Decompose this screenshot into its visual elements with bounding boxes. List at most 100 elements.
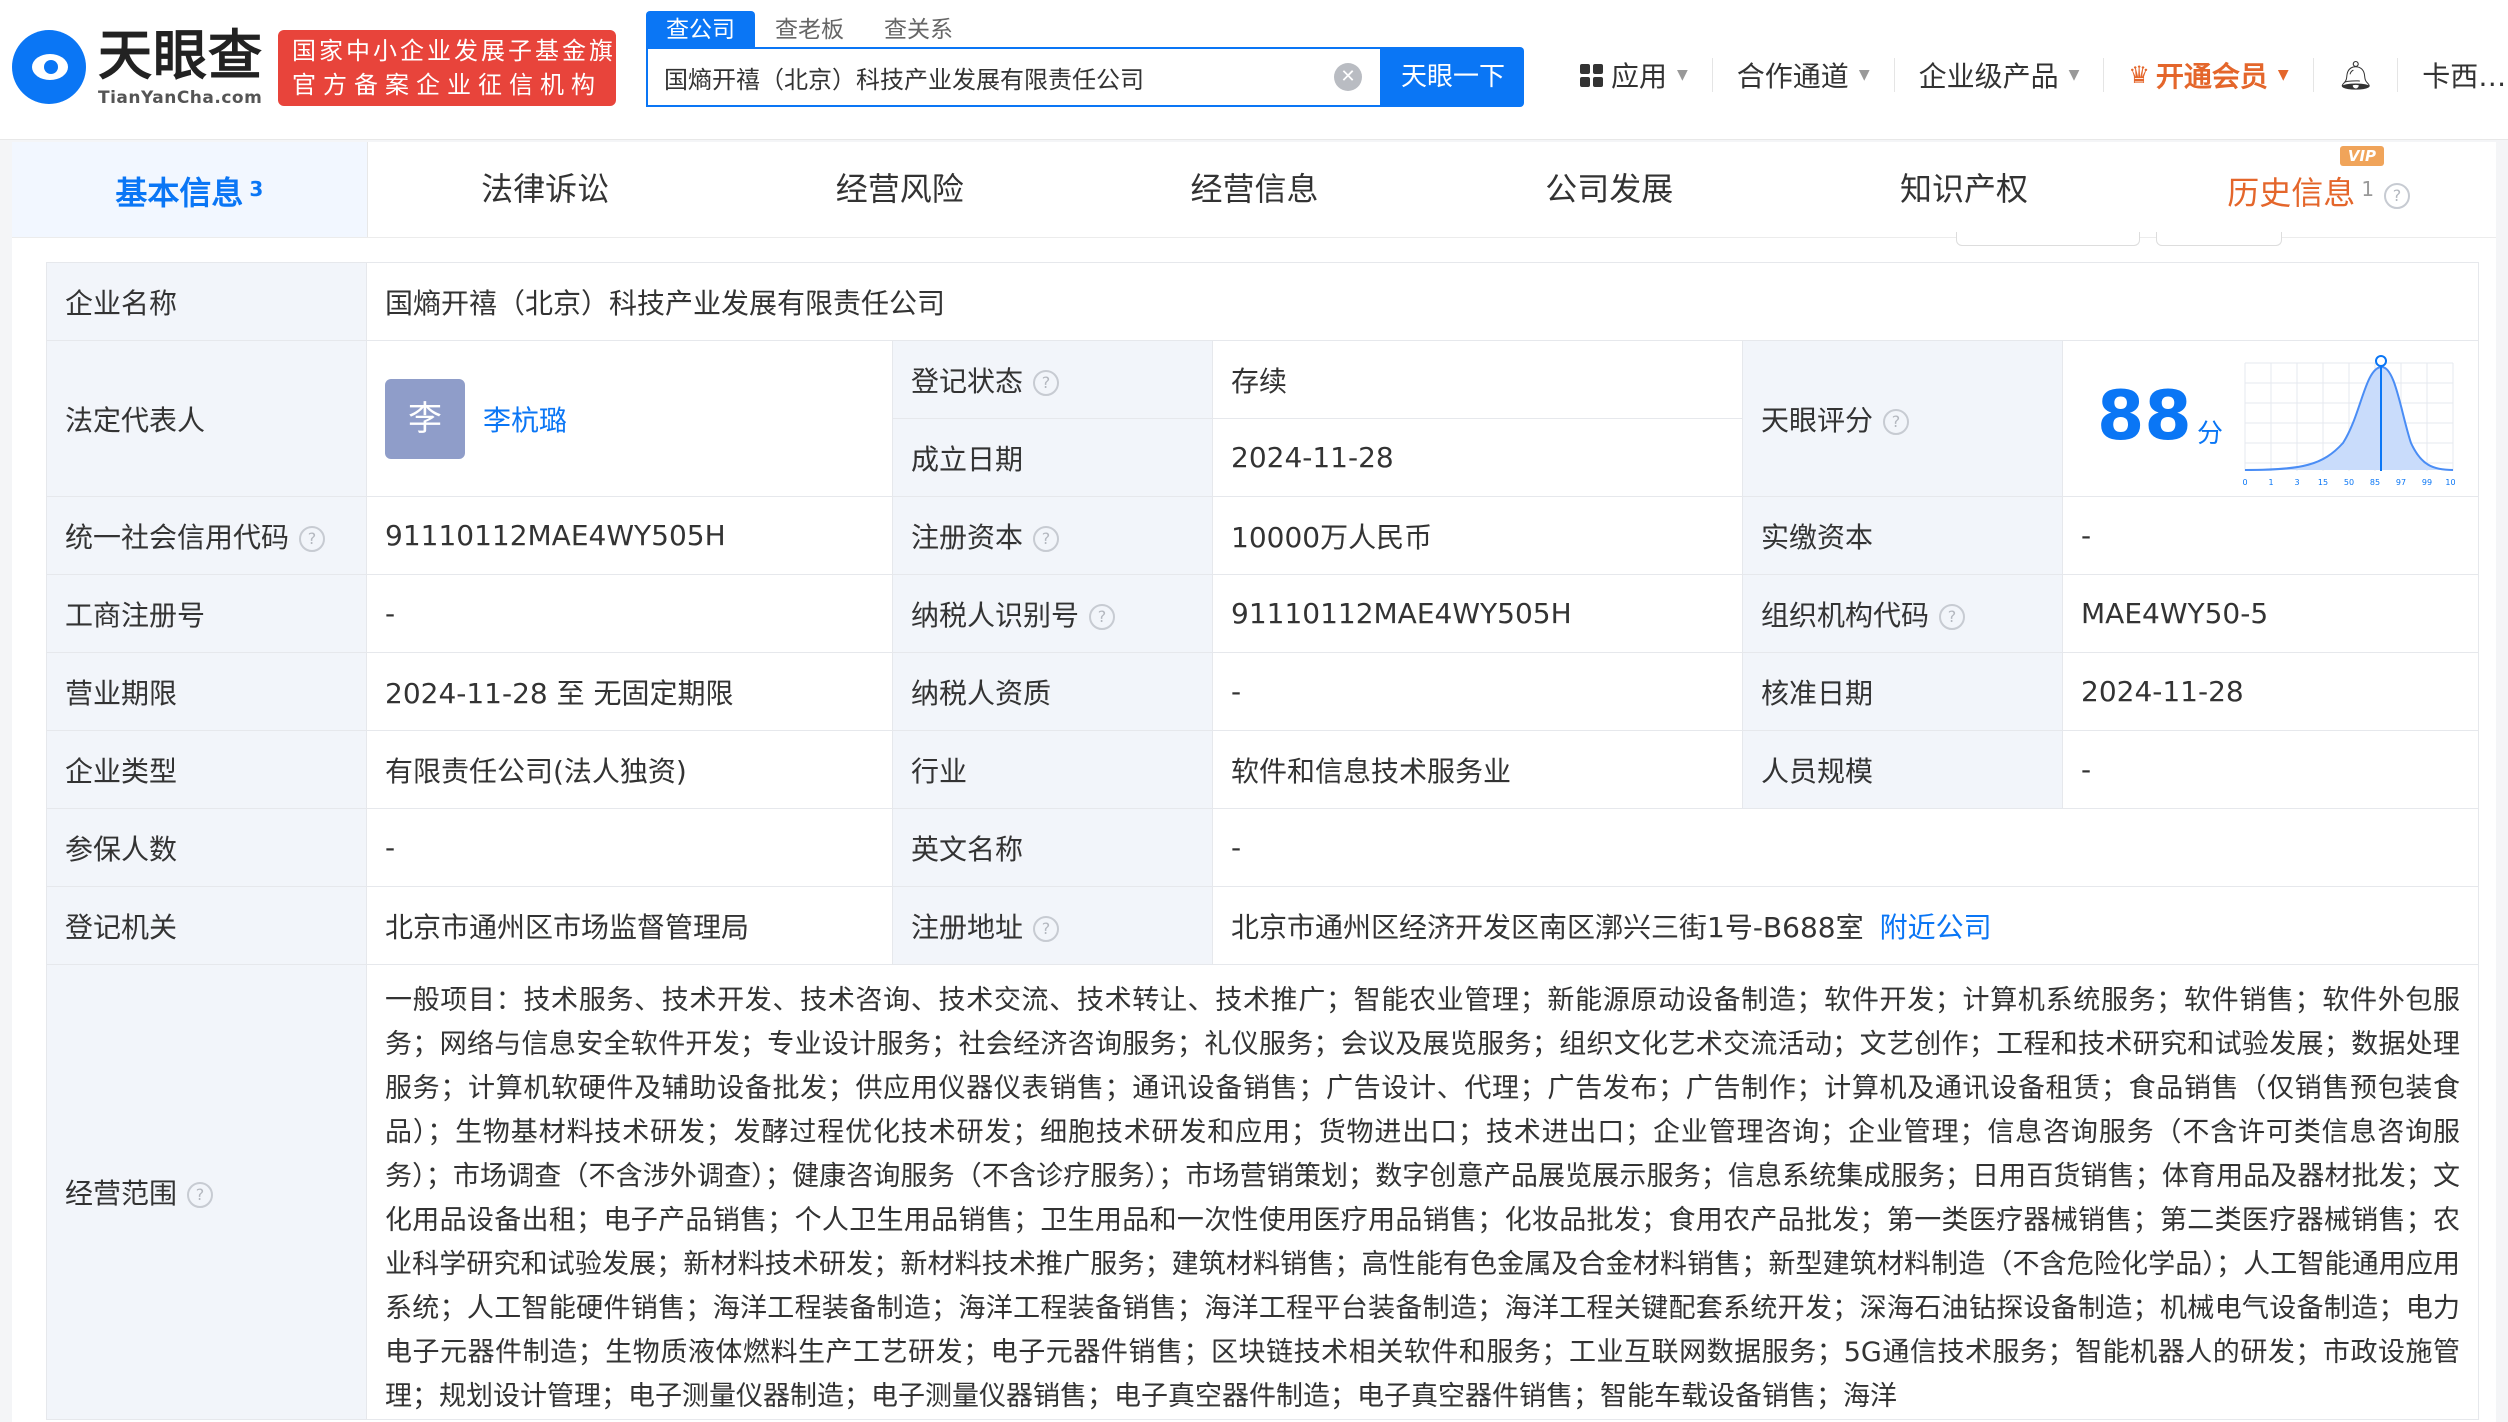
help-icon[interactable]: ?: [1939, 603, 1966, 630]
chevron-down-icon: ▼: [1677, 67, 1688, 83]
tab-development[interactable]: 公司发展: [1432, 142, 1787, 237]
reg-authority-label: 登记机关: [46, 886, 367, 965]
table-row: 企业名称 国熵开禧（北京）科技产业发展有限责任公司: [46, 262, 2480, 341]
score-tick-label: 100: [2445, 478, 2455, 487]
score-tick-label: 50: [2344, 478, 2354, 487]
site-logo[interactable]: 天眼查 TianYanCha.com: [12, 24, 272, 110]
legal-rep-cell: 李李杭璐: [366, 340, 893, 497]
table-row: 工商注册号 - 纳税人识别号? 91110112MAE4WY505H 组织机构代…: [46, 574, 2480, 653]
label-text: 注册资本: [911, 520, 1024, 554]
table-row: 法定代表人 李李杭璐 登记状态? 存续 天眼评分? 88 分 0 1 3 15 …: [46, 340, 2480, 497]
collapsed-button[interactable]: [1956, 232, 2140, 246]
tab-operation[interactable]: 经营信息: [1077, 142, 1432, 237]
tab-legal[interactable]: 法律诉讼: [368, 142, 723, 237]
approve-date-label: 核准日期: [1742, 652, 2063, 731]
search-box: ✕: [646, 47, 1382, 107]
help-icon[interactable]: ?: [299, 525, 326, 552]
label-text: 组织机构代码: [1761, 598, 1930, 632]
nav-enterprise[interactable]: 企业级产品 ▼: [1895, 58, 2105, 93]
help-icon[interactable]: ?: [1033, 525, 1060, 552]
taxpayer-qual-label: 纳税人资质: [892, 652, 1213, 731]
apps-grid-icon: [1580, 63, 1603, 87]
table-row: 登记机关 北京市通州区市场监督管理局 注册地址? 北京市通州区经济开发区南区漷兴…: [46, 886, 2480, 965]
english-name-label: 英文名称: [892, 808, 1213, 887]
taxpayer-qual-value: -: [1212, 652, 1743, 731]
search-tab-boss[interactable]: 查老板: [755, 11, 864, 49]
legal-rep-link[interactable]: 李杭璐: [483, 404, 567, 437]
tab-label: 法律诉讼: [481, 170, 610, 208]
nav-enterprise-label: 企业级产品: [1918, 60, 2059, 93]
score-distribution-chart: 0 1 3 15 50 85 97 99 100: [2243, 355, 2455, 487]
label-text: 注册地址: [911, 910, 1024, 944]
reg-status-value: 存续: [1212, 340, 1743, 419]
tab-label: 基本信息: [115, 174, 244, 212]
tab-ip[interactable]: 知识产权: [1787, 142, 2142, 237]
tab-count: 3: [249, 177, 264, 201]
legal-rep-label: 法定代表人: [46, 340, 367, 497]
badge-line-2: 官方备案企业征信机构: [292, 71, 602, 99]
taxpayer-id-value: 91110112MAE4WY505H: [1212, 574, 1743, 653]
score-marker-dot: [2375, 355, 2387, 367]
tab-label: 经营风险: [835, 170, 964, 208]
biz-reg-no-label: 工商注册号: [46, 574, 367, 653]
score-cell[interactable]: 88 分 0 1 3 15 50 85 97 99 100: [2061, 340, 2480, 497]
company-type-label: 企业类型: [46, 730, 367, 809]
collapsed-button[interactable]: [2156, 232, 2282, 246]
approve-date-value: 2024-11-28: [2061, 652, 2480, 731]
reg-capital-value: 10000万人民币: [1212, 496, 1743, 575]
business-scope-text: 一般项目：技术服务、技术开发、技术咨询、技术交流、技术转让、技术推广；智能农业管…: [385, 985, 2461, 1412]
nav-user[interactable]: 卡西… ▼: [2398, 58, 2508, 93]
tab-risk[interactable]: 经营风险: [722, 142, 1077, 237]
org-code-value: MAE4WY50-5: [2061, 574, 2480, 653]
biz-reg-no-value: -: [366, 574, 893, 653]
nav-channel[interactable]: 合作通道 ▼: [1713, 58, 1895, 93]
search-input[interactable]: [664, 49, 1334, 105]
table-row: 参保人数 - 英文名称 -: [46, 808, 2480, 887]
reg-address-label: 注册地址?: [892, 886, 1213, 965]
avatar[interactable]: 李: [385, 378, 465, 459]
staff-size-label: 人员规模: [1742, 730, 2063, 809]
nav-notifications[interactable]: 🔔︎: [2314, 58, 2399, 92]
company-type-value: 有限责任公司(法人独资): [366, 730, 893, 809]
help-icon[interactable]: ?: [1089, 603, 1116, 630]
org-code-label: 组织机构代码?: [1742, 574, 2063, 653]
taxpayer-id-label: 纳税人识别号?: [892, 574, 1213, 653]
reg-authority-value: 北京市通州区市场监督管理局: [366, 886, 893, 965]
badge-line-1: 国家中小企业发展子基金旗下: [292, 37, 643, 65]
score-tick-label: 97: [2396, 478, 2406, 487]
paid-capital-value: -: [2061, 496, 2480, 575]
help-icon[interactable]: ?: [1883, 408, 1910, 435]
tab-label: 知识产权: [1899, 170, 2028, 208]
table-row: 经营范围? 一般项目：技术服务、技术开发、技术咨询、技术交流、技术转让、技术推广…: [46, 964, 2480, 1420]
nearby-companies-link[interactable]: 附近公司: [1880, 911, 1992, 944]
company-name-value: 国熵开禧（北京）科技产业发展有限责任公司: [365, 262, 2480, 341]
insured-value: -: [366, 808, 893, 887]
help-icon[interactable]: ?: [187, 1182, 214, 1208]
tab-history[interactable]: VIP 历史信息 1?: [2141, 142, 2496, 237]
industry-label: 行业: [892, 730, 1213, 809]
tab-basic-info[interactable]: 基本信息 3: [12, 142, 368, 237]
biz-term-value: 2024-11-28 至 无固定期限: [366, 652, 893, 731]
nav-apps[interactable]: 应用 ▼: [1556, 58, 1713, 93]
insured-label: 参保人数: [46, 808, 367, 887]
search-mode-tabs: 查公司 查老板 查关系: [646, 10, 973, 50]
nav-user-label: 卡西…: [2422, 60, 2507, 93]
clear-icon[interactable]: ✕: [1334, 63, 1362, 91]
english-name-value: -: [1211, 808, 2480, 887]
found-date-label: 成立日期: [892, 418, 1213, 497]
label-text: 纳税人识别号: [911, 598, 1080, 632]
section-tabs: 基本信息 3 法律诉讼 经营风险 经营信息 公司发展 知识产权 VIP 历史信息 1…: [12, 142, 2496, 238]
help-icon[interactable]: ?: [1033, 915, 1060, 942]
paid-capital-label: 实缴资本: [1742, 496, 2063, 575]
company-name-label: 企业名称: [46, 262, 367, 341]
help-icon[interactable]: ?: [2384, 183, 2411, 209]
credit-code-label: 统一社会信用代码?: [46, 496, 367, 575]
search-tab-company[interactable]: 查公司: [646, 11, 755, 49]
reg-address-cell: 北京市通州区经济开发区南区漷兴三街1号-B688室 附近公司: [1211, 886, 2480, 965]
search-button[interactable]: 天眼一下: [1382, 47, 1524, 107]
help-icon[interactable]: ?: [1033, 369, 1060, 396]
score-tick-label: 15: [2318, 478, 2328, 487]
nav-vip[interactable]: ♛ 开通会员 ▼: [2104, 58, 2314, 93]
chevron-down-icon: ▼: [2277, 67, 2289, 83]
search-tab-relation[interactable]: 查关系: [864, 11, 973, 49]
